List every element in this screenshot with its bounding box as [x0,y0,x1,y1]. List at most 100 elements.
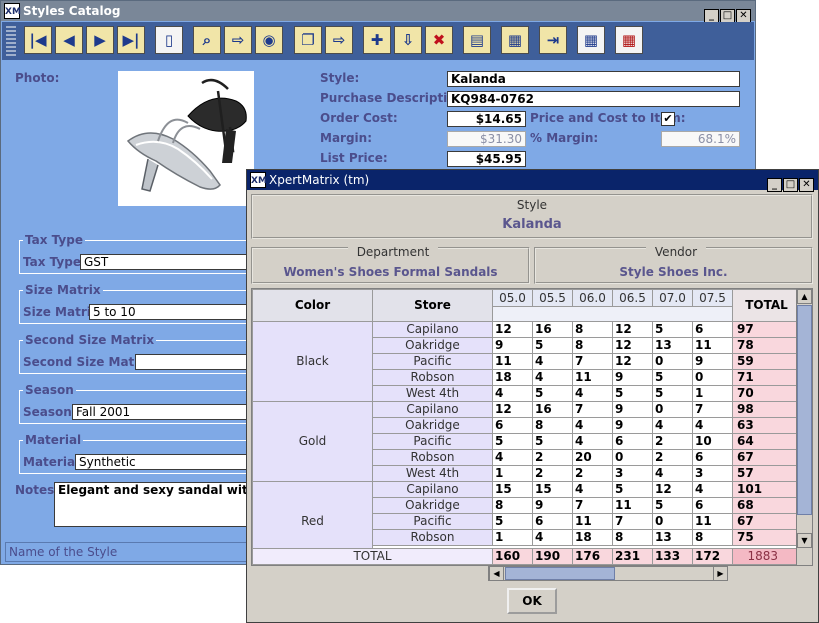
store-cell[interactable]: Robson [372,369,493,386]
quantity-cell[interactable]: 7 [572,353,613,370]
store-cell[interactable]: Robson [372,529,493,546]
quantity-cell[interactable]: 6 [692,321,733,338]
matrix-minimize-button[interactable]: _ [767,178,782,192]
first-icon[interactable]: |◀ [24,26,52,54]
quantity-cell[interactable]: 16 [532,321,573,338]
quantity-cell[interactable]: 0 [692,369,733,386]
list-price-field[interactable]: $45.95 [447,151,526,167]
quantity-cell[interactable]: 6 [612,433,653,450]
scroll-right-button[interactable]: ▶ [713,566,728,581]
quantity-cell[interactable]: 4 [692,417,733,434]
size-column-header[interactable]: 05.5 [532,289,573,307]
quantity-cell[interactable]: 15 [492,481,533,498]
quantity-cell[interactable]: 0 [652,401,693,418]
add-icon[interactable]: ✚ [363,26,391,54]
quantity-cell[interactable]: 11 [492,353,533,370]
import-icon[interactable]: ⇩ [394,26,422,54]
quantity-cell[interactable]: 4 [572,433,613,450]
quantity-cell[interactable]: 11 [572,369,613,386]
print-icon[interactable]: ▤ [463,26,491,54]
notes-field[interactable]: Elegant and sexy sandal with rhinestones [54,482,249,527]
scroll-down-button[interactable]: ▼ [797,533,812,548]
store-cell[interactable]: West 4th [372,465,493,482]
quantity-cell[interactable]: 3 [612,465,653,482]
matrix-close-button[interactable]: ✕ [799,178,814,192]
quantity-cell[interactable]: 8 [572,321,613,338]
new-doc-icon[interactable]: ▯ [155,26,183,54]
color-column-header[interactable]: Color [252,289,373,322]
next-icon[interactable]: ▶ [86,26,114,54]
copy-icon[interactable]: ❐ [294,26,322,54]
quantity-cell[interactable]: 2 [532,449,573,466]
horizontal-scroll-thumb[interactable] [505,567,615,580]
quantity-cell[interactable]: 12 [492,321,533,338]
quantity-cell[interactable]: 7 [612,513,653,530]
store-cell[interactable]: West 4th [372,385,493,402]
quantity-cell[interactable]: 8 [532,417,573,434]
quantity-cell[interactable]: 12 [612,353,653,370]
store-cell[interactable]: Oakridge [372,417,493,434]
maximize-button[interactable]: □ [720,9,735,23]
quantity-cell[interactable]: 9 [612,369,653,386]
quantity-cell[interactable]: 20 [572,449,613,466]
quantity-cell[interactable]: 7 [572,497,613,514]
quantity-cell[interactable]: 4 [692,481,733,498]
quantity-cell[interactable]: 6 [532,513,573,530]
horizontal-scrollbar[interactable]: ◀ ▶ [488,566,728,581]
quantity-cell[interactable]: 5 [612,385,653,402]
export-icon[interactable]: ⇨ [224,26,252,54]
quantity-cell[interactable]: 1 [492,529,533,546]
total-column-header[interactable]: TOTAL [732,289,799,322]
quantity-cell[interactable]: 7 [692,401,733,418]
quantity-cell[interactable]: 5 [492,433,533,450]
quantity-cell[interactable]: 4 [532,529,573,546]
quantity-cell[interactable]: 11 [572,513,613,530]
quantity-cell[interactable]: 7 [572,401,613,418]
quantity-cell[interactable]: 12 [652,481,693,498]
store-cell[interactable]: Oakridge [372,337,493,354]
style-field[interactable]: Kalanda [447,71,740,87]
quantity-cell[interactable]: 4 [652,417,693,434]
toolbar-grip[interactable] [6,26,16,56]
quantity-cell[interactable]: 0 [652,353,693,370]
ok-button[interactable]: OK [507,588,557,614]
quantity-cell[interactable]: 8 [692,529,733,546]
last-icon[interactable]: ▶| [117,26,145,54]
minimize-button[interactable]: _ [704,9,719,23]
quantity-cell[interactable]: 4 [652,465,693,482]
quantity-cell[interactable]: 5 [652,321,693,338]
quantity-cell[interactable]: 5 [612,481,653,498]
quantity-cell[interactable]: 2 [532,465,573,482]
store-cell[interactable]: Oakridge [372,497,493,514]
quantity-cell[interactable]: 4 [492,385,533,402]
size-column-header[interactable]: 06.0 [572,289,613,307]
quantity-cell[interactable]: 2 [652,433,693,450]
quantity-cell[interactable]: 5 [492,513,533,530]
store-cell[interactable]: Capilano [372,481,493,498]
find-icon[interactable]: ⌕ [193,26,221,54]
size-column-header[interactable]: 06.5 [612,289,653,307]
purchase-description-field[interactable]: KQ984-0762 [447,91,740,107]
vertical-scroll-thumb[interactable] [797,305,812,515]
quantity-cell[interactable]: 12 [612,321,653,338]
quantity-cell[interactable]: 13 [652,529,693,546]
quantity-cell[interactable]: 8 [492,497,533,514]
matrix-title-bar[interactable]: XM XpertMatrix (tm) _ □ ✕ [247,170,818,192]
paste-icon[interactable]: ⇨ [325,26,353,54]
view-icon[interactable]: ◉ [255,26,283,54]
quantity-cell[interactable]: 6 [692,449,733,466]
size-matrix-field[interactable]: 5 to 10 [89,304,250,320]
vertical-scrollbar[interactable]: ▲ ▼ [796,288,813,566]
quantity-cell[interactable]: 18 [492,369,533,386]
quantity-cell[interactable]: 4 [532,353,573,370]
size-column-header[interactable]: 07.0 [652,289,693,307]
size-column-header[interactable]: 07.5 [692,289,733,307]
delete-icon[interactable]: ✖ [425,26,453,54]
quantity-cell[interactable]: 12 [492,401,533,418]
quantity-cell[interactable]: 4 [572,385,613,402]
quantity-cell[interactable]: 5 [652,497,693,514]
quantity-cell[interactable]: 8 [612,529,653,546]
season-field[interactable]: Fall 2001 [72,404,250,420]
size-column-header[interactable]: 05.0 [492,289,533,307]
quantity-cell[interactable]: 0 [652,513,693,530]
